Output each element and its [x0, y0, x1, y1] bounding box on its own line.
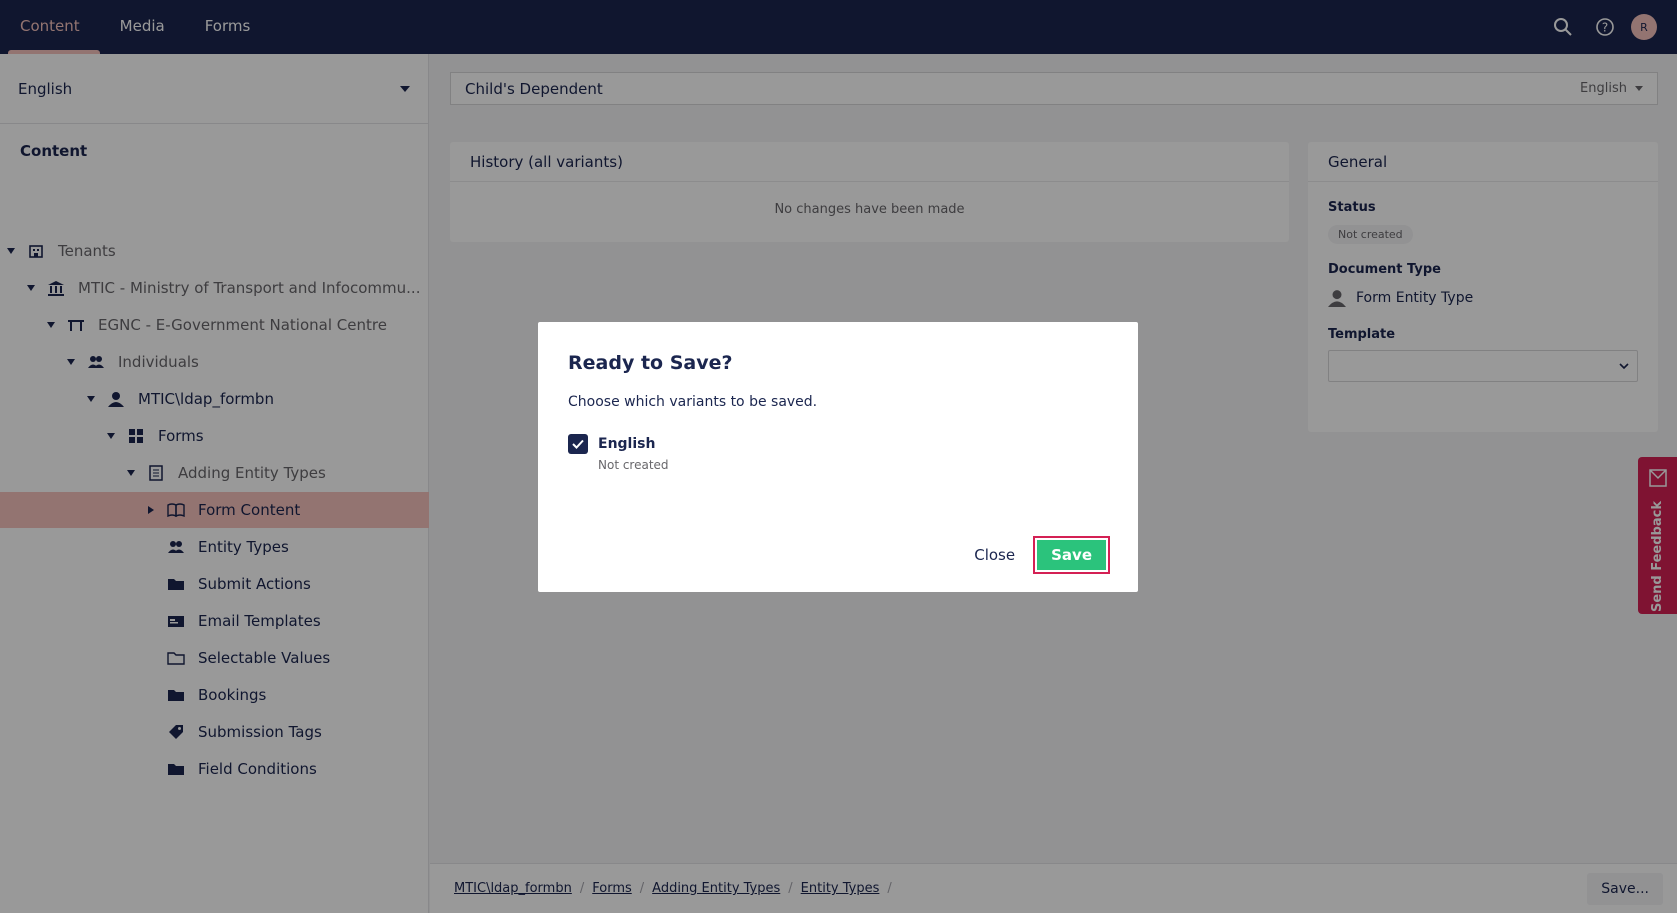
variant-checkbox[interactable]	[568, 434, 588, 454]
dialog-subtitle: Choose which variants to be saved.	[568, 394, 818, 410]
save-button[interactable]: Save	[1037, 540, 1106, 570]
dialog-actions: Close Save	[974, 536, 1110, 574]
variant-state: Not created	[598, 458, 669, 472]
variant-name: English	[598, 436, 656, 452]
save-variants-dialog: Ready to Save? Choose which variants to …	[538, 322, 1138, 592]
close-button[interactable]: Close	[974, 546, 1015, 564]
checkmark-icon	[572, 439, 584, 449]
dialog-title: Ready to Save?	[568, 352, 733, 374]
variant-option-english: English Not created	[568, 434, 1108, 472]
save-button-highlight: Save	[1033, 536, 1110, 574]
